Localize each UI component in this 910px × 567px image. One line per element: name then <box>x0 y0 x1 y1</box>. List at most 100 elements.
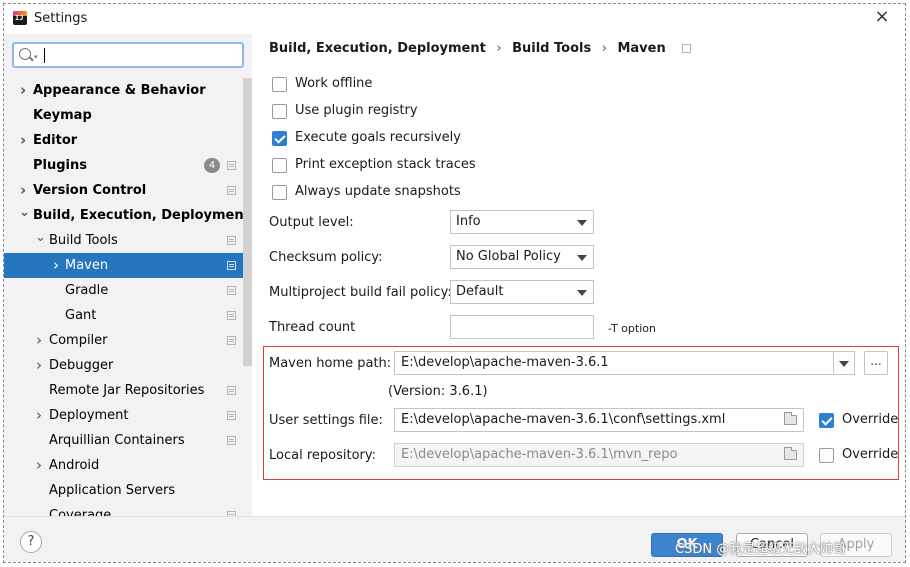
output-level-label: Output level: <box>269 215 354 230</box>
maven-home-input[interactable]: E:\develop\apache-maven-3.6.1 <box>394 351 834 375</box>
close-icon[interactable]: × <box>873 8 891 27</box>
project-settings-icon <box>227 436 236 445</box>
text-cursor <box>44 48 45 63</box>
print-stack-traces-checkbox[interactable] <box>272 157 287 173</box>
sidebar-item-arquillian-containers[interactable]: Arquillian Containers <box>4 428 252 453</box>
search-options-icon[interactable]: ▾ <box>34 53 38 61</box>
print-stack-traces-option[interactable]: Print exception stack traces <box>272 157 476 175</box>
sidebar-item-label: Build Tools <box>49 233 118 248</box>
sidebar-item-label: Debugger <box>49 358 114 373</box>
sidebar-item-plugins[interactable]: Plugins 4 <box>4 153 252 178</box>
sidebar-item-maven[interactable]: Maven <box>4 253 252 278</box>
checkbox-label: Execute goals recursively <box>295 130 461 145</box>
update-snapshots-checkbox[interactable] <box>272 184 287 200</box>
title-bar: IJ Settings × <box>4 4 905 34</box>
fail-policy-select[interactable]: Default <box>450 280 594 304</box>
window-title: Settings <box>34 11 88 26</box>
chevron-down-icon[interactable] <box>19 203 29 228</box>
sidebar-item-compiler[interactable]: Compiler <box>4 328 252 353</box>
user-settings-override-option[interactable]: Override <box>819 412 898 430</box>
project-settings-icon <box>682 44 692 53</box>
plugin-registry-option[interactable]: Use plugin registry <box>272 103 418 121</box>
sidebar-item-remote-jar-repositories[interactable]: Remote Jar Repositories <box>4 378 252 403</box>
intellij-app-icon: IJ <box>13 11 27 25</box>
selected-value: Info <box>456 214 481 229</box>
chevron-down-icon[interactable] <box>35 228 45 253</box>
sidebar-item-gradle[interactable]: Gradle <box>4 278 252 303</box>
chevron-right-icon[interactable] <box>20 178 30 204</box>
sidebar-item-application-servers[interactable]: Application Servers <box>4 478 252 503</box>
sidebar-item-deployment[interactable]: Deployment <box>4 403 252 428</box>
chevron-right-icon[interactable] <box>36 403 46 429</box>
checksum-policy-select[interactable]: No Global Policy <box>450 245 594 269</box>
maven-home-dropdown[interactable] <box>833 351 855 375</box>
sidebar-item-build-tools[interactable]: Build Tools <box>4 228 252 253</box>
maven-home-browse-button[interactable]: ... <box>864 351 888 375</box>
settings-dialog: IJ Settings × ▾ Appearance & Behavior Ke… <box>3 3 906 563</box>
checksum-policy-label: Checksum policy: <box>269 250 383 265</box>
sidebar-item-label: Gant <box>65 308 97 323</box>
sidebar-item-label: Android <box>49 458 100 473</box>
fail-policy-label: Multiproject build fail policy: <box>269 285 452 300</box>
chevron-right-icon[interactable] <box>20 78 30 104</box>
selected-value: No Global Policy <box>456 249 561 264</box>
breadcrumb-item: Build Tools <box>512 41 592 56</box>
sidebar-item-appearance[interactable]: Appearance & Behavior <box>4 78 252 103</box>
work-offline-checkbox[interactable] <box>272 76 287 92</box>
sidebar-item-label: Compiler <box>49 333 108 348</box>
breadcrumb-item: Build, Execution, Deployment <box>269 41 486 56</box>
sidebar-item-debugger[interactable]: Debugger <box>4 353 252 378</box>
settings-sidebar: ▾ Appearance & Behavior Keymap Editor Pl… <box>4 34 252 523</box>
checkbox-label: Always update snapshots <box>295 184 461 199</box>
user-settings-label: User settings file: <box>269 413 383 428</box>
local-repository-override-option[interactable]: Override <box>819 447 898 465</box>
search-input[interactable]: ▾ <box>12 42 244 68</box>
user-settings-override-checkbox[interactable] <box>819 412 834 428</box>
sidebar-item-android[interactable]: Android <box>4 453 252 478</box>
chevron-down-icon <box>577 290 587 296</box>
sidebar-item-label: Application Servers <box>49 483 176 498</box>
input-value: E:\develop\apache-maven-3.6.1\conf\setti… <box>401 412 726 427</box>
project-settings-icon <box>227 336 236 345</box>
chevron-right-icon[interactable] <box>20 128 30 154</box>
chevron-down-icon <box>577 220 587 226</box>
folder-icon[interactable] <box>784 447 797 460</box>
csdn-watermark: CSDN @我是超级无敌大帅哥 <box>675 542 847 557</box>
local-repository-override-checkbox[interactable] <box>819 447 834 463</box>
project-settings-icon <box>227 286 236 295</box>
project-settings-icon <box>227 311 236 320</box>
sidebar-item-keymap[interactable]: Keymap <box>4 103 252 128</box>
project-settings-icon <box>227 161 236 170</box>
checkbox-label: Override <box>842 412 899 427</box>
chevron-right-icon[interactable] <box>36 453 46 479</box>
sidebar-item-gant[interactable]: Gant <box>4 303 252 328</box>
execute-recursively-option[interactable]: Execute goals recursively <box>272 130 461 148</box>
chevron-right-icon[interactable] <box>36 353 46 379</box>
sidebar-item-version-control[interactable]: Version Control <box>4 178 252 203</box>
sidebar-item-build-execution-deployment[interactable]: Build, Execution, Deployment <box>4 203 252 228</box>
plugin-registry-checkbox[interactable] <box>272 103 287 119</box>
sidebar-scrollbar[interactable] <box>243 78 252 366</box>
folder-icon[interactable] <box>784 412 797 425</box>
breadcrumb-item: Maven <box>617 41 666 56</box>
thread-count-label: Thread count <box>269 320 356 335</box>
work-offline-option[interactable]: Work offline <box>272 76 372 94</box>
sidebar-item-label: Keymap <box>33 108 92 123</box>
sidebar-item-editor[interactable]: Editor <box>4 128 252 153</box>
chevron-right-icon[interactable] <box>53 253 63 279</box>
execute-recursively-checkbox[interactable] <box>272 130 287 146</box>
checkbox-label: Override <box>842 447 899 462</box>
output-level-select[interactable]: Info <box>450 210 594 234</box>
checkbox-label: Print exception stack traces <box>295 157 476 172</box>
help-button[interactable]: ? <box>20 531 42 553</box>
user-settings-input[interactable]: E:\develop\apache-maven-3.6.1\conf\setti… <box>394 408 804 432</box>
search-icon <box>19 48 31 60</box>
thread-count-input[interactable] <box>450 315 594 339</box>
maven-version-label: (Version: 3.6.1) <box>388 384 488 399</box>
chevron-right-icon[interactable] <box>36 328 46 354</box>
update-snapshots-option[interactable]: Always update snapshots <box>272 184 461 202</box>
project-settings-icon <box>227 261 236 270</box>
local-repository-input[interactable]: E:\develop\apache-maven-3.6.1\mvn_repo <box>394 443 804 467</box>
local-repository-label: Local repository: <box>269 448 376 463</box>
sidebar-item-label: Appearance & Behavior <box>33 83 206 98</box>
